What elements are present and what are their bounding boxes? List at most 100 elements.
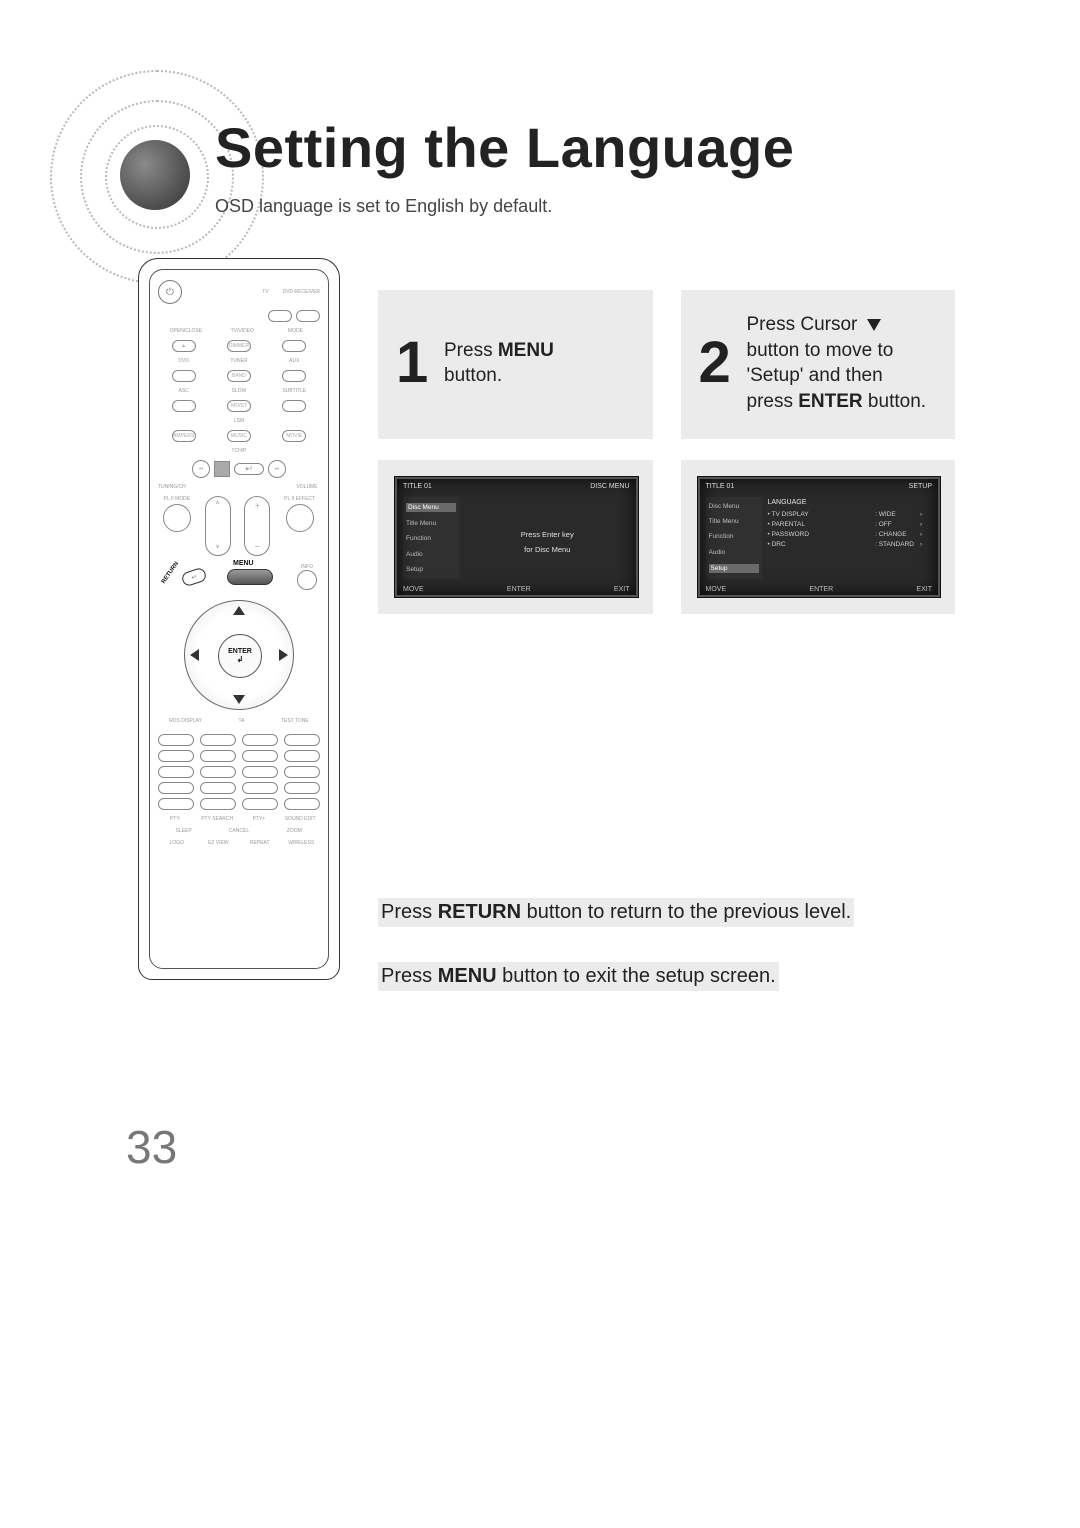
step-2-line1-pre: Press Cursor — [747, 314, 863, 335]
step-1-text-pre: Press — [444, 340, 498, 361]
step-2-line3: 'Setup' and then — [747, 365, 883, 386]
osd-screens-row: TITLE 01 DISC MENU Disc Menu Title Menu … — [378, 460, 955, 614]
remote-label-repeat: REPEAT — [247, 840, 273, 846]
osd2-side-item-4: Setup — [709, 564, 759, 573]
step-1: 1 Press MENU button. — [378, 290, 653, 439]
osd2-row-3-value: STANDARD — [875, 541, 914, 548]
note-return-post: button to return to the previous level. — [521, 901, 851, 923]
remote-digit-2 — [200, 734, 236, 746]
note-return-bold: RETURN — [438, 901, 521, 923]
remote-digit-7 — [158, 766, 194, 778]
remote-label-test-tone: TEST TONE — [281, 718, 309, 724]
osd2-bottom-mid: ENTER — [809, 586, 833, 593]
remote-label-wireless: WIRELESS — [288, 840, 314, 846]
remote-most-button: MO/ST — [227, 400, 251, 412]
osd2-row-3-arrow: › — [920, 541, 932, 548]
osd1-side-item-0: Disc Menu — [406, 503, 456, 512]
osd1-center-line-1: Press Enter key — [521, 530, 574, 539]
osd1-bottom-mid: ENTER — [507, 586, 531, 593]
osd2-side-item-3: Audio — [709, 549, 759, 556]
remote-label-menu: MENU — [233, 560, 254, 567]
step-1-text-post: button. — [444, 365, 502, 386]
remote-dvd-button — [172, 370, 196, 382]
step-2-text: Press Cursor button to move to 'Setup' a… — [747, 312, 927, 415]
remote-enter-button: ENTER ↲ — [218, 634, 262, 678]
remote-movie-button: MOVIE — [282, 430, 306, 442]
remote-label-subtitle: SUBTITLE — [281, 388, 307, 394]
remote-label-asc: ASC — [171, 388, 197, 394]
step-1-text-bold: MENU — [498, 340, 554, 361]
remote-label-tuner: TUNER — [226, 358, 252, 364]
remote-label-tchp: TCH/P — [226, 448, 252, 454]
remote-open-close-button: ▲ — [172, 340, 196, 352]
note-menu: Press MENU button to exit the setup scre… — [378, 962, 779, 991]
power-icon: ⏻ — [158, 280, 182, 304]
step-2-line4-bold: ENTER — [798, 391, 862, 412]
osd2-bottom-right: EXIT — [916, 586, 932, 593]
remote-digit-8 — [200, 766, 236, 778]
remote-label-pl2-effect: PL II EFFECT — [284, 496, 315, 502]
remote-wireless-button — [284, 798, 320, 810]
osd2-bottom-left: MOVE — [706, 586, 727, 593]
page-subtitle: OSD language is set to English by defaul… — [215, 196, 552, 217]
remote-pl2-effect-button — [286, 504, 314, 532]
cursor-down-triangle-icon — [867, 319, 881, 331]
osd1-side-item-3: Audio — [406, 551, 456, 558]
osd1-side-menu: Disc Menu Title Menu Function Audio Setu… — [403, 497, 459, 579]
remote-label-tv: TV — [252, 289, 278, 295]
remote-dpad: ENTER ↲ — [184, 600, 294, 710]
remote-label-ta: TA — [228, 718, 254, 724]
osd2-side-item-2: Function — [709, 533, 759, 540]
osd2-row-1-label: PARENTAL — [768, 521, 870, 528]
decorative-sphere-graphic — [50, 70, 270, 290]
step-2-line2: button to move to — [747, 340, 894, 361]
osd2-header: LANGUAGE — [768, 499, 933, 506]
cursor-right-icon — [279, 649, 288, 661]
remote-label-slow: SLOW — [226, 388, 252, 394]
steps-row: 1 Press MENU button. 2 Press Cursor butt… — [378, 290, 955, 439]
osd2-row-1-value: OFF — [875, 521, 914, 528]
remote-cancel-button — [242, 782, 278, 794]
remote-pl2-mode-button — [163, 504, 191, 532]
remote-band-button: BAND — [227, 370, 251, 382]
remote-label-cancel: CANCEL — [226, 828, 252, 834]
remote-mode-button — [282, 340, 306, 352]
osd2-row-0-label: TV DISPLAY — [768, 511, 870, 518]
osd1-side-item-1: Title Menu — [406, 520, 456, 527]
remote-label-dvd: DVD — [171, 358, 197, 364]
remote-ampers-button: AMPERS — [172, 430, 196, 442]
remote-label-pty-minus: PTY- — [162, 816, 188, 822]
note-return-pre: Press — [381, 901, 438, 923]
cursor-down-icon — [233, 695, 245, 704]
remote-menu-button — [227, 569, 273, 585]
remote-digit-3 — [242, 734, 278, 746]
osd-screenshot-1: TITLE 01 DISC MENU Disc Menu Title Menu … — [394, 476, 639, 598]
remote-stop-button — [214, 461, 230, 477]
remote-label-aux: AUX — [281, 358, 307, 364]
remote-skip-forward-button: ⏭ — [268, 460, 286, 478]
remote-label-pty-plus: PTY+ — [246, 816, 272, 822]
osd1-bottom-left: MOVE — [403, 586, 424, 593]
remote-repeat-button — [242, 798, 278, 810]
osd1-side-item-2: Function — [406, 535, 456, 542]
osd2-row-2-value: CHANGE — [875, 531, 914, 538]
osd2-side-item-0: Disc Menu — [709, 503, 759, 510]
remote-volume-rocker: ＋－ — [244, 496, 270, 556]
remote-label-dvd-receiver: DVD RECEIVER — [282, 289, 320, 295]
remote-zoom-button — [284, 782, 320, 794]
remote-asc-button — [172, 400, 196, 412]
osd2-row-1-arrow: › — [920, 521, 932, 528]
note-menu-bold: MENU — [438, 965, 497, 987]
remote-channel-rocker: ˄˅ — [205, 496, 231, 556]
osd2-side-item-1: Title Menu — [709, 518, 759, 525]
remote-dvd-receiver-button — [296, 310, 320, 322]
remote-music-button: MUSIC — [227, 430, 251, 442]
remote-label-rds-display: RDS DISPLAY — [169, 718, 202, 724]
osd-screenshot-2: TITLE 01 SETUP Disc Menu Title Menu Func… — [697, 476, 942, 598]
remote-digit-9 — [242, 766, 278, 778]
remote-tv-button — [268, 310, 292, 322]
step-2: 2 Press Cursor button to move to 'Setup'… — [681, 290, 956, 439]
remote-label-sleep: SLEEP — [171, 828, 197, 834]
osd1-top-right: DISC MENU — [590, 483, 629, 490]
remote-label-enter: ENTER — [228, 648, 252, 655]
